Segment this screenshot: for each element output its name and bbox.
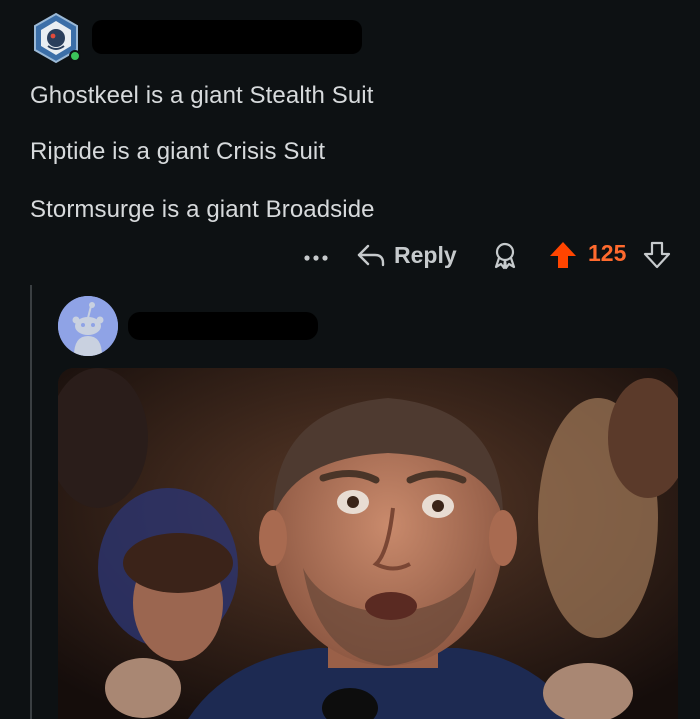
redacted-username xyxy=(128,312,318,340)
online-indicator xyxy=(69,50,81,62)
redacted-username xyxy=(92,20,362,54)
snoo-avatar-icon xyxy=(58,296,118,356)
reply-label: Reply xyxy=(394,241,457,268)
vote-score: 125 xyxy=(588,240,627,266)
comment-action-bar: Reply 125 xyxy=(0,236,700,276)
comment-text-line: Riptide is a giant Crisis Suit xyxy=(30,138,326,165)
reaction-gif[interactable] xyxy=(58,368,678,719)
ellipsis-icon[interactable] xyxy=(302,240,330,268)
comment-text-line: Stormsurge is a giant Broadside xyxy=(30,196,375,223)
comment-text-line: Ghostkeel is a giant Stealth Suit xyxy=(30,82,374,109)
user-avatar[interactable] xyxy=(30,12,82,64)
downvote-arrow-icon[interactable] xyxy=(642,240,672,270)
reply-user-avatar[interactable] xyxy=(58,296,118,356)
reply-button[interactable]: Reply xyxy=(356,238,457,272)
thread-line[interactable] xyxy=(30,285,32,719)
reply-arrow-icon xyxy=(357,244,385,267)
reaction-gif-illustration xyxy=(58,368,678,719)
award-icon[interactable] xyxy=(490,240,520,270)
upvote-arrow-icon[interactable] xyxy=(548,240,578,270)
